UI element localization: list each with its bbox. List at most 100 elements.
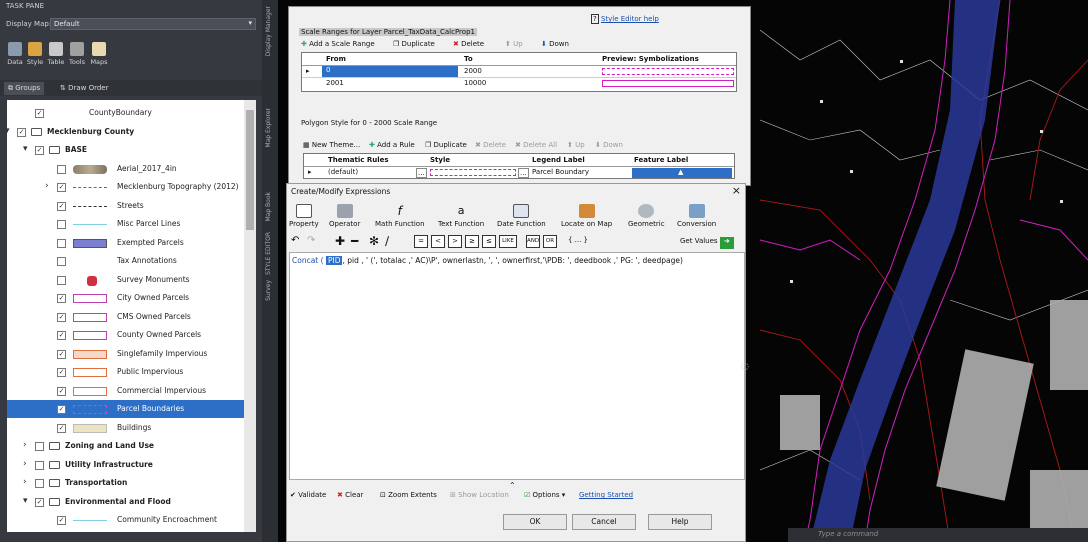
duplicate-rule-button[interactable]: ❐ Duplicate (425, 141, 467, 149)
layer-row[interactable]: ✓ Buildings (7, 419, 244, 437)
table-row[interactable]: ▸ 0 2000 (302, 65, 736, 77)
close-icon[interactable]: × (732, 184, 741, 197)
layer-checkbox[interactable]: ✓ (57, 349, 66, 359)
geometric-button[interactable]: Geometric (628, 204, 665, 228)
style-editor-help[interactable]: ? Style Editor help (591, 14, 659, 24)
layer-row[interactable]: ▾ ✓ Mecklenburg County (7, 123, 244, 141)
chevron-down-icon[interactable]: ▾ (7, 126, 10, 136)
cancel-button[interactable]: Cancel (572, 514, 636, 530)
locate-on-map-button[interactable]: Locate on Map (561, 204, 612, 228)
layer-checkbox[interactable]: ✓ (57, 294, 66, 303)
operator-button[interactable]: Operator (329, 204, 360, 228)
rule-cell[interactable]: (default) (328, 168, 358, 176)
style-swatch[interactable] (430, 169, 516, 176)
chevron-right-icon[interactable]: › (45, 181, 49, 191)
options-button[interactable]: ☑ Options ▾ (524, 491, 565, 499)
expression-editor[interactable]: Concat ( PID, pid , ' (', totalac ,' AC)… (289, 252, 745, 480)
feature-label-cell[interactable]: ▲ (632, 168, 732, 178)
text-function-button[interactable]: a Text Function (438, 204, 484, 228)
layer-checkbox[interactable]: ✓ (35, 146, 44, 155)
chevron-down-icon[interactable]: ▾ (23, 144, 28, 154)
ok-button[interactable]: OK (503, 514, 567, 530)
layer-checkbox[interactable]: ✓ (57, 405, 66, 414)
layer-row[interactable]: ✓ Public Impervious (7, 363, 244, 381)
chevron-right-icon[interactable]: › (23, 440, 27, 450)
help-button[interactable]: Help (648, 514, 712, 530)
tab-draw-order[interactable]: ⇅ Draw Order (56, 82, 113, 95)
add-rule-button[interactable]: ✚ Add a Rule (369, 141, 415, 149)
conversion-button[interactable]: Conversion (677, 204, 716, 228)
style-editor-help-link[interactable]: Style Editor help (601, 15, 659, 23)
layer-checkbox[interactable]: ✓ (57, 201, 66, 211)
layer-checkbox[interactable] (57, 257, 66, 266)
layer-row[interactable]: ✓ Parcel Boundaries (7, 400, 244, 418)
layer-row[interactable]: ▾ ✓ Environmental and Flood (7, 493, 244, 511)
maps-button[interactable]: Maps (89, 42, 109, 66)
layer-row[interactable]: ✓ Community Encroachment (7, 511, 244, 529)
tools-button[interactable]: Tools (67, 42, 87, 66)
layer-checkbox[interactable] (57, 238, 66, 248)
layer-row[interactable]: Misc Parcel Lines (7, 215, 244, 233)
delete-scale-button[interactable]: ✖ Delete (453, 40, 484, 48)
property-button[interactable]: Property (289, 204, 319, 228)
tab-groups[interactable]: ⧉ Groups (4, 82, 45, 95)
layer-row[interactable]: ✓ Singlefamily Impervious (7, 345, 244, 363)
greater-equal-operator[interactable]: ≥ (465, 235, 479, 248)
tab-map-explorer[interactable]: Map Explorer (265, 108, 272, 148)
math-function-button[interactable]: f Math Function (375, 204, 425, 228)
layer-checkbox[interactable]: ✓ (57, 312, 66, 322)
data-button[interactable]: Data (5, 42, 25, 66)
layer-checkbox[interactable]: ✓ (17, 127, 26, 137)
show-location-button[interactable]: ⊞ Show Location (450, 491, 509, 499)
layer-row[interactable]: ✓ Commercial Impervious (7, 382, 244, 400)
less-equal-operator[interactable]: ≤ (482, 235, 496, 248)
undo-icon[interactable]: ↶ (291, 235, 299, 246)
like-operator[interactable]: LIKE (499, 235, 517, 248)
to-cell[interactable]: 10000 (464, 79, 486, 87)
layer-checkbox[interactable]: ✓ (57, 386, 66, 396)
down-rule-button[interactable]: ⬇ Down (595, 141, 623, 149)
get-values-button[interactable]: Get Values ➜ (680, 237, 734, 249)
chevron-down-icon[interactable]: ▾ (23, 496, 28, 506)
layer-row[interactable]: ✓ City Owned Parcels (7, 289, 244, 307)
greater-than-operator[interactable]: > (448, 235, 462, 248)
command-line[interactable]: Type a command (788, 528, 1088, 542)
plus-icon[interactable]: ✚ (335, 234, 345, 248)
style-ellipsis-button[interactable]: ... (518, 168, 529, 178)
rule-ellipsis-button[interactable]: ... (416, 168, 427, 178)
divide-icon[interactable]: ∕ (385, 234, 389, 248)
layer-checkbox[interactable] (57, 164, 66, 174)
expression-text[interactable]: Concat ( PID, pid , ' (', totalac ,' AC)… (292, 256, 683, 265)
chevron-right-icon[interactable]: › (23, 477, 27, 487)
tab-map-book[interactable]: Map Book (265, 192, 272, 222)
tab-display-manager[interactable]: Display Manager (265, 6, 272, 56)
layer-checkbox[interactable] (35, 460, 44, 470)
layer-checkbox[interactable] (35, 442, 44, 451)
layer-row[interactable]: › Utility Infrastructure (7, 456, 244, 474)
style-button[interactable]: Style (25, 42, 45, 66)
tab-style-editor[interactable]: STYLE EDITOR (265, 232, 272, 275)
layer-row[interactable]: › Zoning and Land Use (7, 437, 244, 455)
down-scale-button[interactable]: ⬇ Down (541, 40, 569, 48)
from-cell[interactable]: 2001 (326, 79, 344, 87)
display-map-select[interactable]: Default ▾ (50, 18, 256, 30)
layer-row[interactable]: ▾ ✓ BASE (7, 141, 244, 159)
table-row[interactable]: ▸ (default) ... ... Parcel Boundary ▲ (304, 166, 734, 178)
layer-row[interactable]: ✓ County Owned Parcels (7, 326, 244, 344)
expression-selected-token[interactable]: PID (325, 256, 343, 265)
to-cell[interactable]: 2000 (464, 67, 482, 75)
scrollbar-thumb[interactable] (246, 110, 254, 230)
layer-row[interactable]: Aerial_2017_4in (7, 160, 244, 178)
layer-checkbox[interactable]: ✓ (57, 516, 66, 525)
date-function-button[interactable]: Date Function (497, 204, 546, 228)
layer-checkbox[interactable] (57, 220, 66, 229)
layer-row[interactable]: Tax Annotations (7, 252, 244, 270)
chevron-right-icon[interactable]: › (23, 459, 27, 469)
validate-button[interactable]: ✔ Validate (290, 491, 326, 499)
minus-icon[interactable]: ━ (351, 234, 358, 248)
delete-rule-button[interactable]: ✖ Delete (475, 141, 506, 149)
layer-checkbox[interactable] (35, 479, 44, 488)
from-cell[interactable]: 0 (322, 66, 458, 77)
layer-checkbox[interactable]: ✓ (35, 497, 44, 507)
layer-row[interactable]: ✓ CMS Owned Parcels (7, 308, 244, 326)
